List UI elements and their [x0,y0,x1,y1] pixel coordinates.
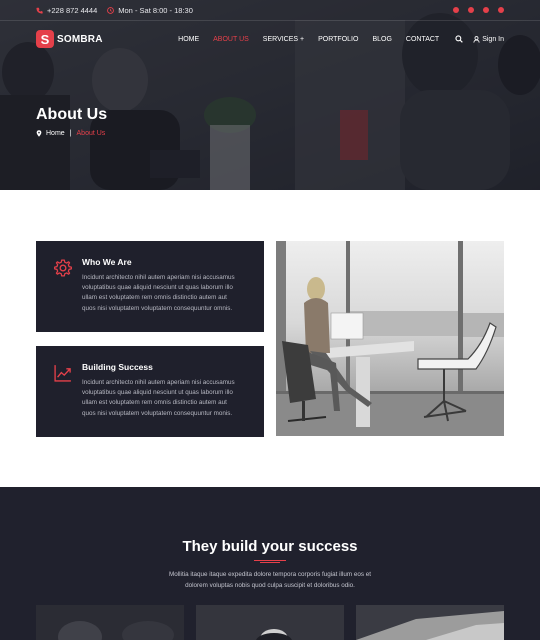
card-text-line: Incidunt architecto nihil autem aperiam … [82,274,235,281]
user-icon [473,35,480,43]
team-section: They build your success Mollitia itaque … [0,487,540,640]
description-line: dolorem voluptas nobis quod culpa suscip… [185,582,355,589]
gear-icon [54,259,72,277]
team-member-photo [356,605,504,640]
clock-icon [107,6,115,14]
brand-name: SOMBRA [57,33,103,45]
opening-hours: Mon - Sat 8:00 - 18:30 [118,5,193,15]
who-we-are-card: Who We Are Incidunt architecto nihil aut… [36,241,264,332]
whatsapp-icon[interactable] [498,7,504,13]
phone-info[interactable]: +228 872 4444 [36,6,97,15]
description-line: Mollitia itaque itaque expedita dolore t… [169,571,371,578]
social-links [453,7,504,13]
nav-item-about-us[interactable]: ABOUT US [213,36,249,43]
breadcrumb: Home | About Us [36,130,105,137]
breadcrumb-home[interactable]: Home [46,130,65,137]
phone-number: +228 872 4444 [47,5,98,15]
building-success-card: Building Success Incidunt architecto nih… [36,346,264,437]
nav-item-contact[interactable]: CONTACT [406,36,439,43]
card-title: Building Success [82,362,153,372]
map-pin-icon [36,130,42,137]
team-member-card[interactable] [36,605,184,640]
team-section-title: They build your success [182,538,358,555]
main-menu: HOME ABOUT US SERVICES + PORTFOLIO BLOG … [164,35,504,43]
phone-icon [36,7,43,14]
nav-item-blog[interactable]: BLOG [372,36,391,43]
office-photo-image [276,241,504,436]
top-bar: +228 872 4444 Mon - Sat 8:00 - 18:30 [0,0,540,21]
card-text-line: quos nisi voluptatem voluptatem consequu… [82,304,233,312]
nav-item-services[interactable]: SERVICES + [263,36,304,43]
sign-in-link[interactable]: Sign In [473,36,504,43]
card-text-line: quos nisi voluptatem voluptatem consequu… [82,409,233,417]
logo-mark: S [36,30,54,48]
hours-info: Mon - Sat 8:00 - 18:30 [107,6,193,15]
breadcrumb-separator: | [69,130,72,137]
nav-item-home[interactable]: HOME [178,36,199,43]
sign-in-label: Sign In [482,35,504,43]
team-member-photo [196,605,344,640]
card-title: Who We Are [82,257,132,267]
card-text-line: Incidunt architecto nihil autem aperiam … [82,379,235,386]
page-title: About Us [36,106,108,123]
card-body: Incidunt architecto nihil autem aperiam … [82,378,248,419]
title-underline-decoration [254,560,286,563]
instagram-icon[interactable] [483,7,489,13]
twitter-icon[interactable] [468,7,474,13]
team-member-photo [36,605,184,640]
hero-section: +228 872 4444 Mon - Sat 8:00 - 18:30 S S… [0,0,540,190]
card-text-line: voluptatibus quae aliquid nesciunt ut qu… [82,389,233,397]
nav-item-portfolio[interactable]: PORTFOLIO [318,36,358,43]
card-text-line: ullam est voluptatem rem omnis distincti… [82,294,227,302]
office-photo [276,241,504,436]
team-section-description: Mollitia itaque itaque expedita dolore t… [150,569,390,591]
search-icon[interactable] [455,35,463,43]
site-logo[interactable]: S SOMBRA [36,30,103,48]
team-member-card[interactable] [196,605,344,640]
main-navbar: S SOMBRA HOME ABOUT US SERVICES + PORTFO… [0,21,540,57]
card-text-line: voluptatibus quae aliquid nesciunt ut qu… [82,284,233,292]
card-body: Incidunt architecto nihil autem aperiam … [82,273,248,314]
facebook-icon[interactable] [453,7,459,13]
breadcrumb-current: About Us [76,130,106,137]
team-member-card[interactable] [356,605,504,640]
growth-chart-icon [54,365,71,382]
card-text-line: ullam est voluptatem rem omnis distincti… [82,399,227,407]
